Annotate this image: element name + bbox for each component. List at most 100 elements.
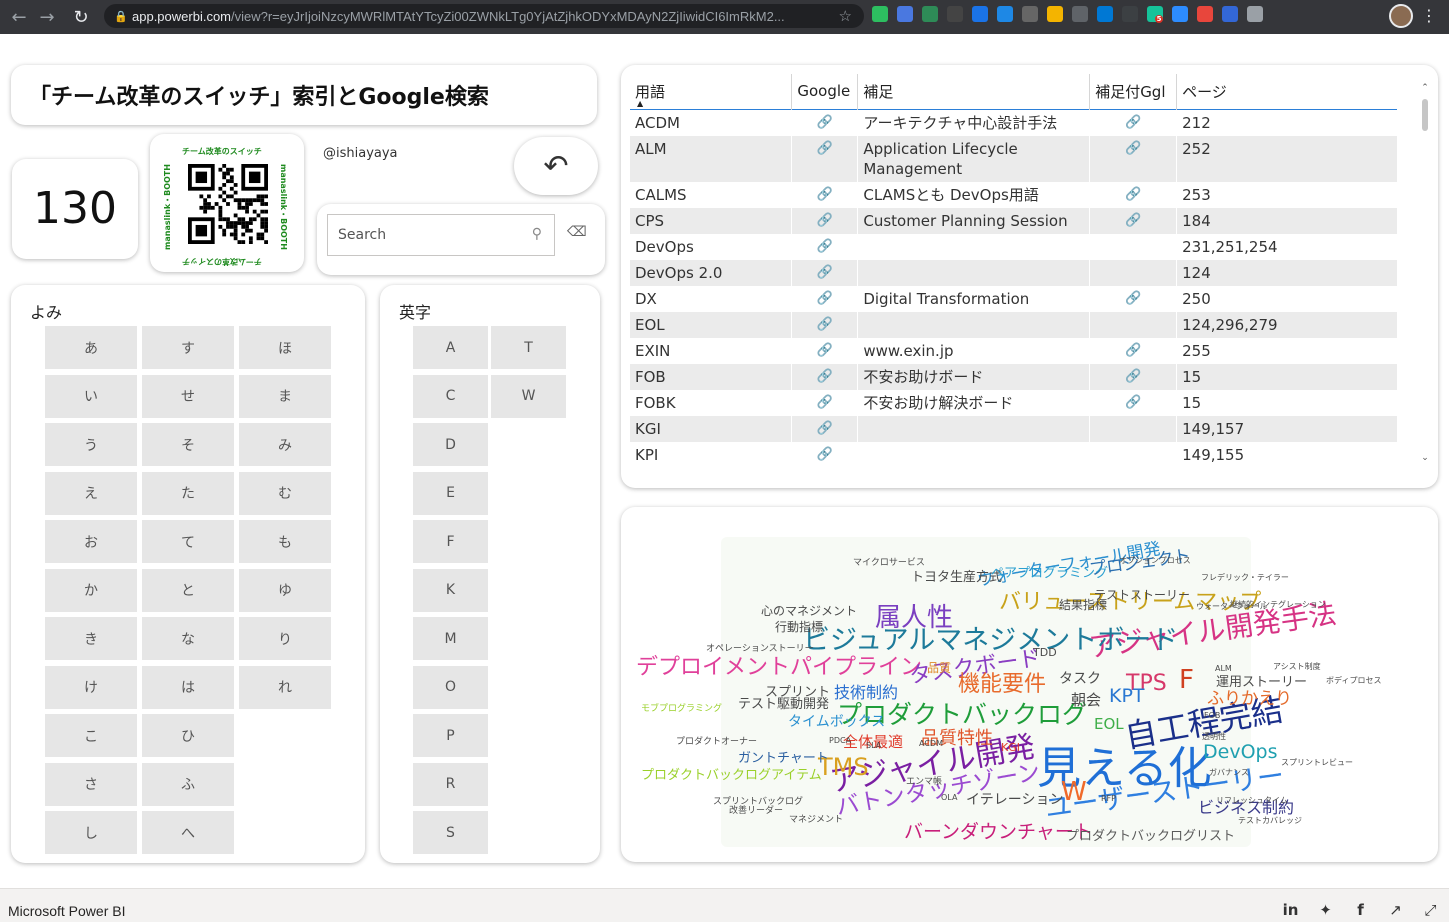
word-cloud-term[interactable]: スプリントバックログ — [713, 798, 803, 807]
word-cloud-term[interactable]: テストストーリー — [1094, 589, 1190, 601]
word-cloud-term[interactable]: フレデリック・テイラー — [1201, 574, 1289, 582]
table-row[interactable]: KPI 🔗 149,155 — [630, 441, 1398, 468]
word-cloud-term[interactable]: ACDM — [919, 740, 943, 748]
table-row[interactable]: EXIN 🔗 www.exin.jp 🔗 255 — [630, 337, 1398, 364]
link-icon[interactable]: 🔗 — [1089, 389, 1178, 416]
word-cloud-term[interactable]: オペレーションストーリー — [706, 645, 814, 654]
word-cloud-term[interactable]: EOL — [1094, 717, 1124, 732]
table-row[interactable]: CALMS 🔗 CLAMSとも DevOps用語 🔗 253 — [630, 181, 1398, 208]
word-cloud-term[interactable]: デプロイメントパイプライン — [636, 657, 922, 679]
word-cloud-term[interactable]: ペアプログラミング — [991, 567, 1108, 580]
column-header-note[interactable]: 補足 — [857, 74, 1091, 109]
link-icon[interactable]: 🔗 — [1089, 109, 1178, 136]
slicer-tile[interactable]: と — [142, 568, 234, 612]
share-icon[interactable]: ↗ — [1387, 901, 1404, 919]
word-cloud-term[interactable]: FOB — [1204, 712, 1220, 720]
word-cloud-term[interactable]: TDD — [1033, 647, 1057, 658]
word-cloud-term[interactable]: 透明性 — [1202, 733, 1226, 741]
word-cloud-term[interactable]: プロダクトバックログリスト — [1066, 830, 1235, 843]
puzzle-icon[interactable] — [1247, 6, 1263, 22]
column-header-google[interactable]: Google — [791, 74, 859, 109]
link-icon[interactable]: 🔗 — [791, 441, 859, 468]
linkedin-icon[interactable]: in — [1282, 901, 1299, 919]
word-cloud-term[interactable]: PDCA — [829, 737, 851, 745]
link-icon[interactable]: 🔗 — [791, 415, 859, 442]
word-cloud-term[interactable]: スプリントレビュー — [1281, 759, 1353, 767]
word-cloud-term[interactable]: バーンダウンチャート — [904, 823, 1093, 842]
link-icon[interactable]: 🔗 — [791, 207, 859, 234]
slicer-tile[interactable]: ひ — [142, 714, 234, 757]
compass-icon[interactable] — [997, 6, 1013, 22]
word-cloud-term[interactable]: テストカバレッジ — [1238, 817, 1302, 825]
column-header-page[interactable]: ページ — [1177, 74, 1398, 109]
profile-avatar[interactable] — [1389, 4, 1413, 28]
slicer-tile[interactable]: ほ — [239, 326, 331, 369]
word-cloud-term[interactable]: スプリント — [765, 686, 830, 699]
word-cloud-term[interactable]: リフレッシュタイム — [1216, 797, 1288, 805]
address-bar[interactable]: 🔒 app.powerbi.com/view?r=eyJrIjoiNzcyMWR… — [104, 4, 864, 28]
slicer-tile[interactable]: て — [142, 520, 234, 563]
windows-icon[interactable] — [1097, 6, 1113, 22]
scroll-down-icon[interactable]: ⌄ — [1420, 453, 1430, 463]
slicer-tile[interactable]: す — [142, 326, 234, 369]
forward-arrow-icon[interactable]: → — [32, 2, 62, 32]
slicer-tile[interactable]: れ — [239, 665, 331, 709]
link-icon[interactable]: 🔗 — [791, 311, 859, 338]
eraser-icon[interactable]: ⌫ — [567, 224, 587, 240]
slicer-tile[interactable]: ま — [239, 374, 331, 418]
word-cloud-term[interactable]: プロダクトバックログアイテム — [641, 769, 822, 782]
bookmark-star-icon[interactable]: ☆ — [839, 7, 852, 25]
word-cloud-term[interactable]: 属人性 — [875, 605, 953, 631]
grammar-icon[interactable]: 5 — [1147, 6, 1164, 23]
word-cloud-term[interactable]: KGI — [1001, 742, 1020, 753]
link-icon[interactable]: 🔗 — [791, 181, 859, 208]
column-header-note-google[interactable]: 補足付Ggl — [1089, 74, 1178, 109]
word-cloud-term[interactable]: ガントチャート — [738, 752, 829, 765]
back-arrow-icon[interactable]: ← — [4, 2, 34, 32]
link-icon[interactable]: 🔗 — [791, 259, 859, 286]
slicer-tile[interactable]: W — [491, 374, 566, 418]
scroll-thumb[interactable] — [1422, 99, 1428, 131]
word-cloud-term[interactable]: 行動指標 — [775, 621, 823, 633]
word-cloud-term[interactable]: 改善リーダー — [729, 807, 783, 816]
word-cloud-term[interactable]: 結果指標 — [1059, 599, 1107, 611]
word-cloud-term[interactable]: 品質 — [927, 662, 951, 674]
slicer-tile[interactable]: D — [413, 423, 488, 466]
word-cloud-term[interactable]: マイクロサービス — [853, 559, 925, 568]
word-cloud-term[interactable]: ガバナンス — [1209, 769, 1249, 777]
link-icon[interactable]: 🔗 — [1089, 181, 1178, 208]
search-input[interactable] — [338, 227, 518, 243]
slicer-tile[interactable]: S — [413, 811, 488, 854]
word-cloud-term[interactable]: マネジメント — [789, 816, 843, 825]
qr-card[interactable]: チーム改革のスイッチ チーム改革のスイッチ manaslink・BOOTH ma… — [150, 134, 304, 272]
evernote-icon[interactable] — [872, 6, 888, 22]
slicer-tile[interactable]: O — [413, 665, 488, 709]
slicer-tile[interactable]: K — [413, 568, 488, 612]
link-icon[interactable]: 🔗 — [1089, 135, 1178, 182]
slicer-tile[interactable]: お — [45, 520, 137, 563]
slicer-tile[interactable]: け — [45, 665, 137, 709]
tree-icon[interactable] — [922, 6, 938, 22]
slicer-tile[interactable]: R — [413, 762, 488, 806]
word-cloud-term[interactable]: ふりかえり — [1207, 691, 1292, 708]
word-cloud-term[interactable]: プロダクトオーナー — [676, 738, 757, 747]
link-icon[interactable]: 🔗 — [1089, 207, 1178, 234]
word-cloud-term[interactable]: DevOps — [1203, 743, 1277, 762]
table-row[interactable]: ACDM 🔗 アーキテクチャ中心設計手法 🔗 212 — [630, 109, 1398, 136]
word-cloud-term[interactable]: トヨタ生産方式 — [911, 571, 1002, 584]
word-cloud-term[interactable]: KPT — [1109, 687, 1145, 706]
table-row[interactable]: DX 🔗 Digital Transformation 🔗 250 — [630, 285, 1398, 312]
link-icon[interactable]: 🔗 — [791, 337, 859, 364]
slicer-tile[interactable]: き — [45, 617, 137, 660]
column-header-term[interactable]: 用語 — [630, 74, 793, 109]
slicer-tile[interactable]: え — [45, 471, 137, 515]
zoom-icon[interactable] — [1172, 6, 1188, 22]
slicer-tile[interactable]: そ — [142, 423, 234, 466]
word-cloud-term[interactable]: 朝会 — [1071, 693, 1101, 708]
slicer-tile[interactable]: こ — [45, 714, 137, 757]
link-icon[interactable]: 🔗 — [791, 363, 859, 390]
word-cloud-term[interactable]: タイムボックス — [788, 715, 885, 729]
word-cloud-term[interactable]: 技術制約 — [834, 685, 898, 701]
slicer-tile[interactable]: し — [45, 811, 137, 854]
table-row[interactable]: FOBK 🔗 不安お助け解決ボード 🔗 15 — [630, 389, 1398, 416]
